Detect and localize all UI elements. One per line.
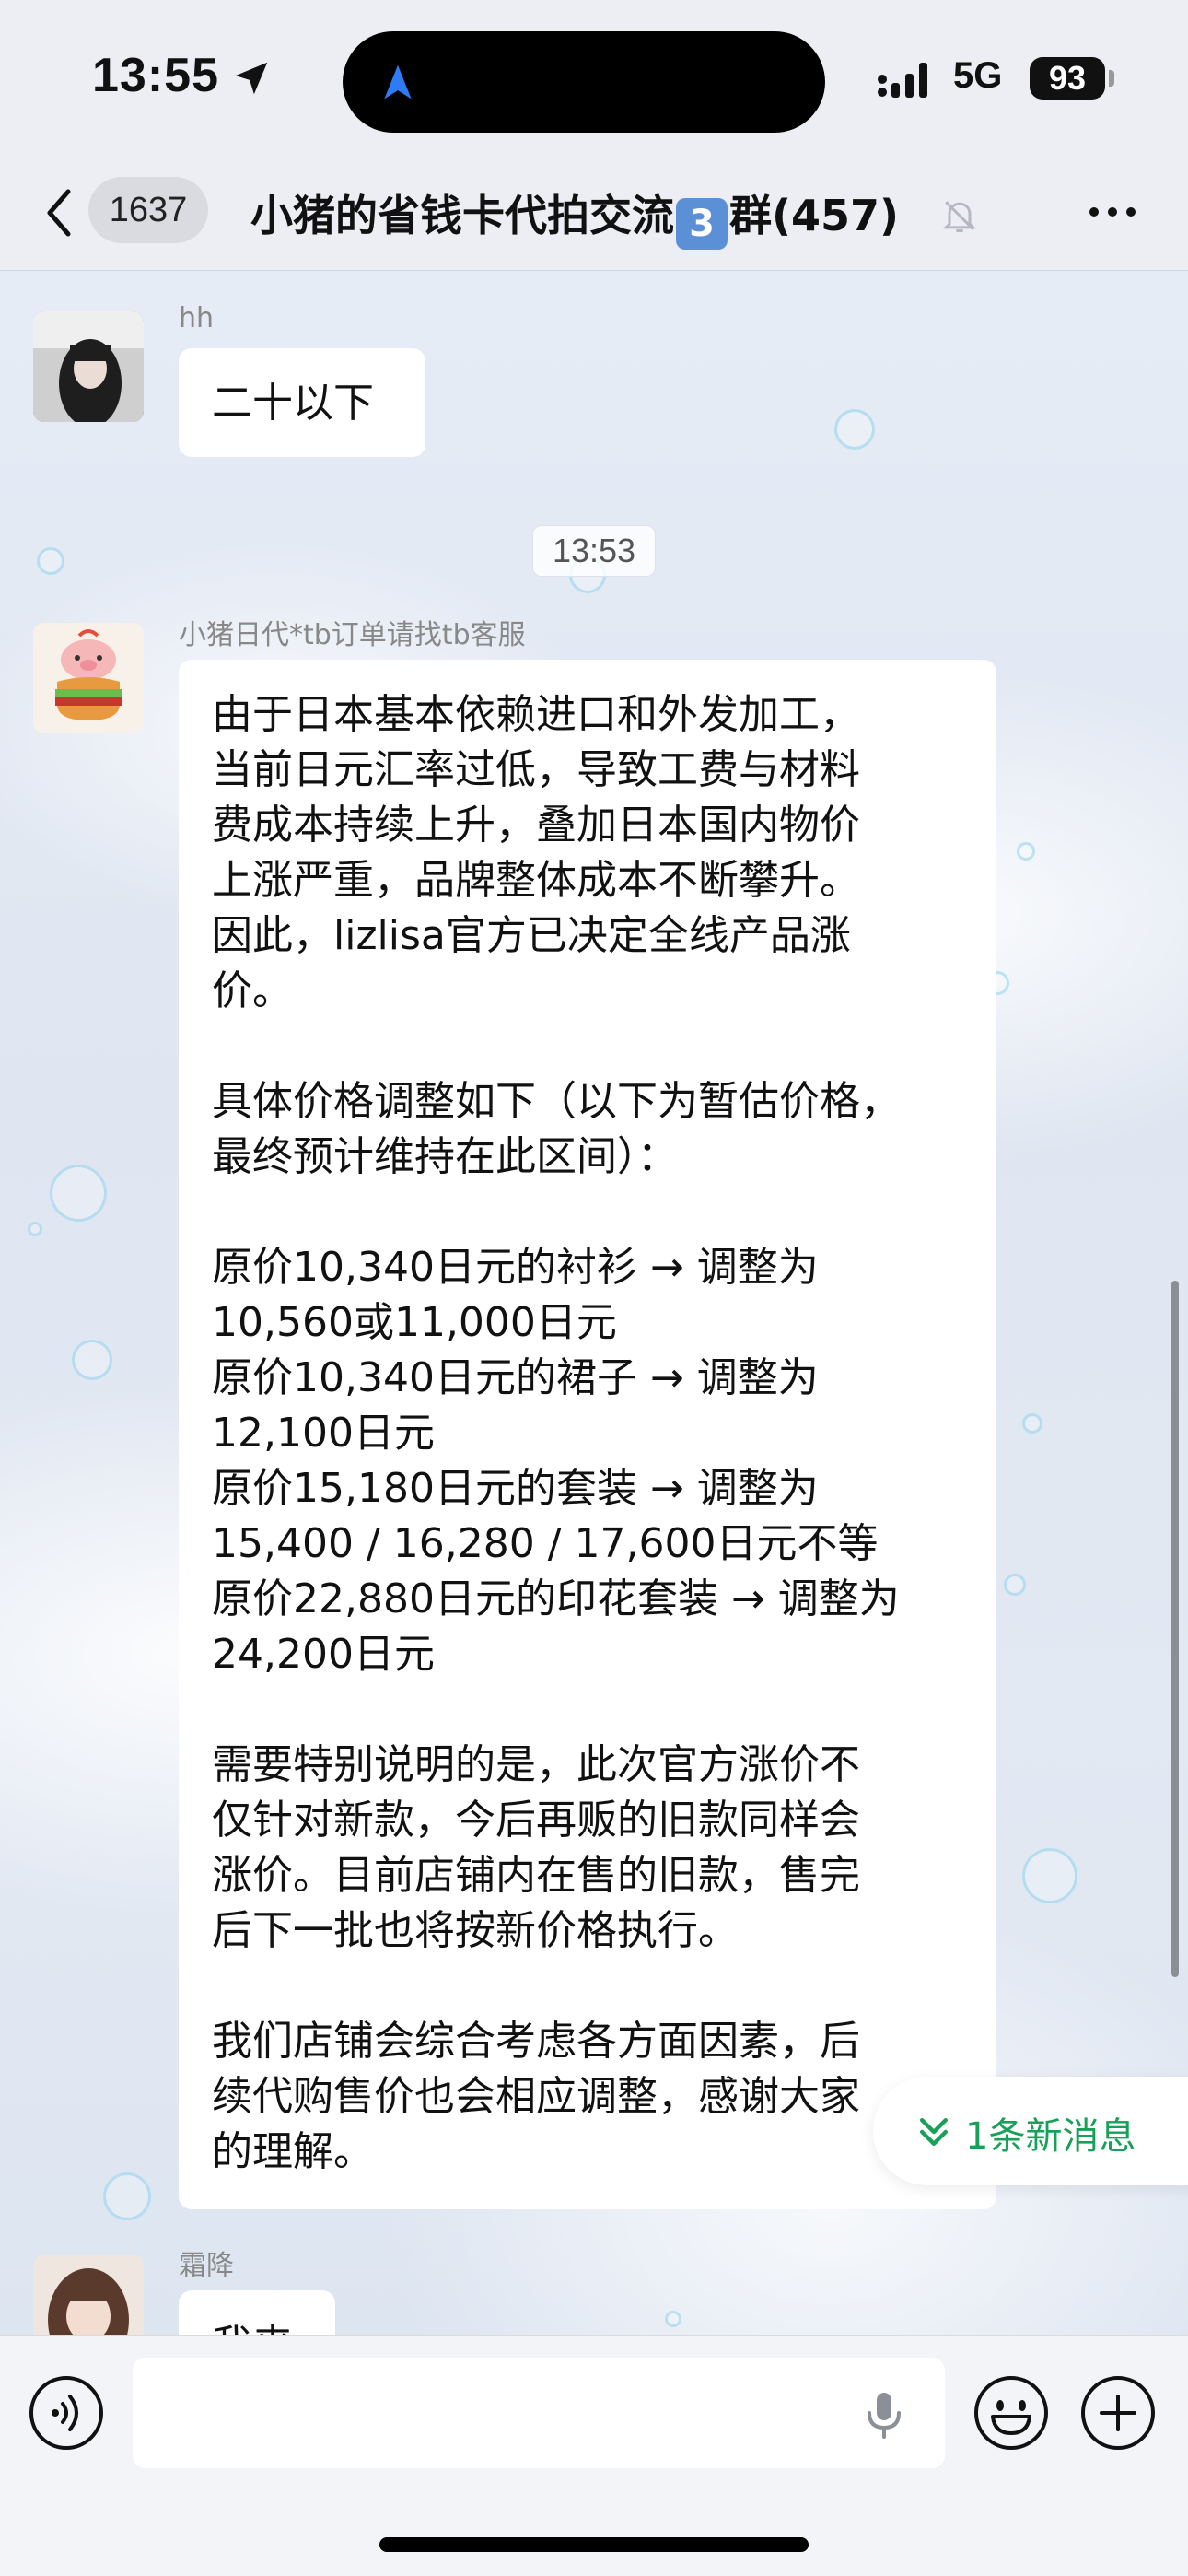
avatar-image — [33, 311, 144, 422]
decorative-bubble — [50, 1165, 107, 1222]
message-text-line — [212, 1959, 963, 2014]
message-text-line — [212, 1682, 963, 1738]
message-text-line: 我们店铺会综合考虑各方面因素，后 — [212, 2018, 860, 2065]
voice-icon[interactable] — [28, 2374, 105, 2452]
message-input[interactable] — [133, 2358, 945, 2468]
location-arrow-icon — [235, 62, 268, 95]
avatar[interactable] — [33, 623, 144, 733]
message-text-line: 仅针对新款，今后再贩的旧款同样会 — [212, 1797, 860, 1844]
message-text-line: 由于日本基本依赖进口和外发加工， — [212, 691, 860, 738]
avatar-image — [33, 623, 144, 733]
message-text-line: 原价10,340日元的裙子 → 调整为 — [212, 1354, 819, 1401]
decorative-bubble — [1004, 1574, 1026, 1596]
battery-indicator: 93 — [1030, 57, 1105, 100]
avatar[interactable] — [33, 311, 144, 422]
message-text-line: 因此，lizlisa官方已决定全线产品涨 — [212, 912, 851, 959]
network-type: 5G — [953, 55, 1003, 96]
timestamp-divider: 13:53 — [532, 525, 656, 577]
chat-header: 1637 小猪的省钱卡代拍交流 3 群(457) — [0, 157, 1188, 271]
cellular-signal-icon — [878, 63, 927, 98]
group-title-text: 小猪的省钱卡代拍交流 — [250, 191, 674, 240]
group-number-badge: 3 — [676, 198, 728, 250]
new-messages-label: 1条新消息 — [965, 2115, 1136, 2158]
ellipsis-icon[interactable] — [1085, 193, 1140, 230]
message-text-line: 原价15,180日元的套装 → 调整为 — [212, 1465, 819, 1512]
message-text-line: 原价22,880日元的印花套装 → 调整为 — [212, 1575, 900, 1622]
message-text-line: 12,100日元 — [212, 1410, 435, 1457]
new-messages-button[interactable]: 1条新消息 — [873, 2077, 1188, 2185]
message-bubble[interactable]: 二十以下 — [179, 348, 425, 457]
decorative-bubble — [1022, 1848, 1077, 1903]
message-text-line: 的理解。 — [212, 2128, 374, 2175]
home-indicator[interactable] — [379, 2537, 809, 2552]
microphone-icon[interactable] — [860, 2389, 908, 2441]
message-text-line: 上涨严重，品牌整体成本不断攀升。 — [212, 857, 860, 904]
navigation-arrow-icon — [384, 64, 412, 100]
message-text-line: 10,560或11,000日元 — [212, 1299, 617, 1346]
decorative-bubble — [72, 1340, 112, 1380]
message-text-line — [212, 1185, 963, 1240]
battery-cap — [1109, 70, 1114, 87]
dynamic-island — [343, 31, 825, 133]
scrollbar-thumb[interactable] — [1171, 1281, 1179, 1977]
bell-slash-icon — [942, 201, 977, 232]
status-bar: 13:55 5G 93 — [0, 0, 1188, 157]
message-text-line: 费成本持续上升，叠加日本国内物价 — [212, 802, 860, 849]
decorative-bubble — [1017, 842, 1035, 861]
message-text-line: 后下一批也将按新价格执行。 — [212, 1907, 739, 1954]
message-text-line: 续代购售价也会相应调整，感谢大家 — [212, 2073, 860, 2120]
message-text-line: 涨价。目前店铺内在售的旧款，售完 — [212, 1852, 860, 1899]
message-text-line: 24,200日元 — [212, 1631, 435, 1678]
message-text-line: 15,400 / 16,280 / 17,600日元不等 — [212, 1520, 879, 1567]
status-time: 13:55 — [92, 49, 219, 102]
double-chevron-down-icon — [919, 2117, 949, 2147]
group-title[interactable]: 小猪的省钱卡代拍交流 3 群(457) — [250, 182, 899, 250]
sender-name: 霜降 — [179, 2250, 234, 2282]
decorative-bubble — [834, 409, 875, 450]
message-bubble[interactable]: 由于日本基本依赖进口和外发加工， 当前日元汇率过低，导致工费与材料 费成本持续上… — [179, 660, 996, 2209]
message-text: 二十以下 — [212, 380, 374, 427]
sender-name: hh — [179, 302, 215, 334]
message-text-line: 具体价格调整如下（以下为暂估价格， — [212, 1078, 901, 1125]
decorative-bubble — [1022, 1413, 1042, 1434]
message-text-line: 价。 — [212, 967, 293, 1014]
message-text-line: 最终预计维持在此区间）： — [212, 1133, 678, 1180]
unread-count-badge[interactable]: 1637 — [88, 177, 208, 243]
message-text-line: 当前日元汇率过低，导致工费与材料 — [212, 746, 860, 793]
decorative-bubble — [103, 2172, 151, 2220]
chevron-left-icon[interactable] — [37, 181, 83, 245]
sender-name: 小猪日代*tb订单请找tb客服 — [179, 619, 526, 651]
message-text-line — [212, 1019, 963, 1074]
decorative-bubble — [28, 1222, 42, 1236]
message-text-line: 原价10,340日元的衬衫 → 调整为 — [212, 1244, 819, 1291]
group-member-count: 群(457) — [729, 191, 900, 240]
decorative-bubble — [37, 547, 64, 575]
decorative-bubble — [665, 2311, 681, 2327]
emoji-icon[interactable] — [973, 2374, 1050, 2452]
message-text-line: 需要特别说明的是，此次官方涨价不 — [212, 1741, 860, 1788]
plus-icon[interactable] — [1079, 2374, 1157, 2452]
